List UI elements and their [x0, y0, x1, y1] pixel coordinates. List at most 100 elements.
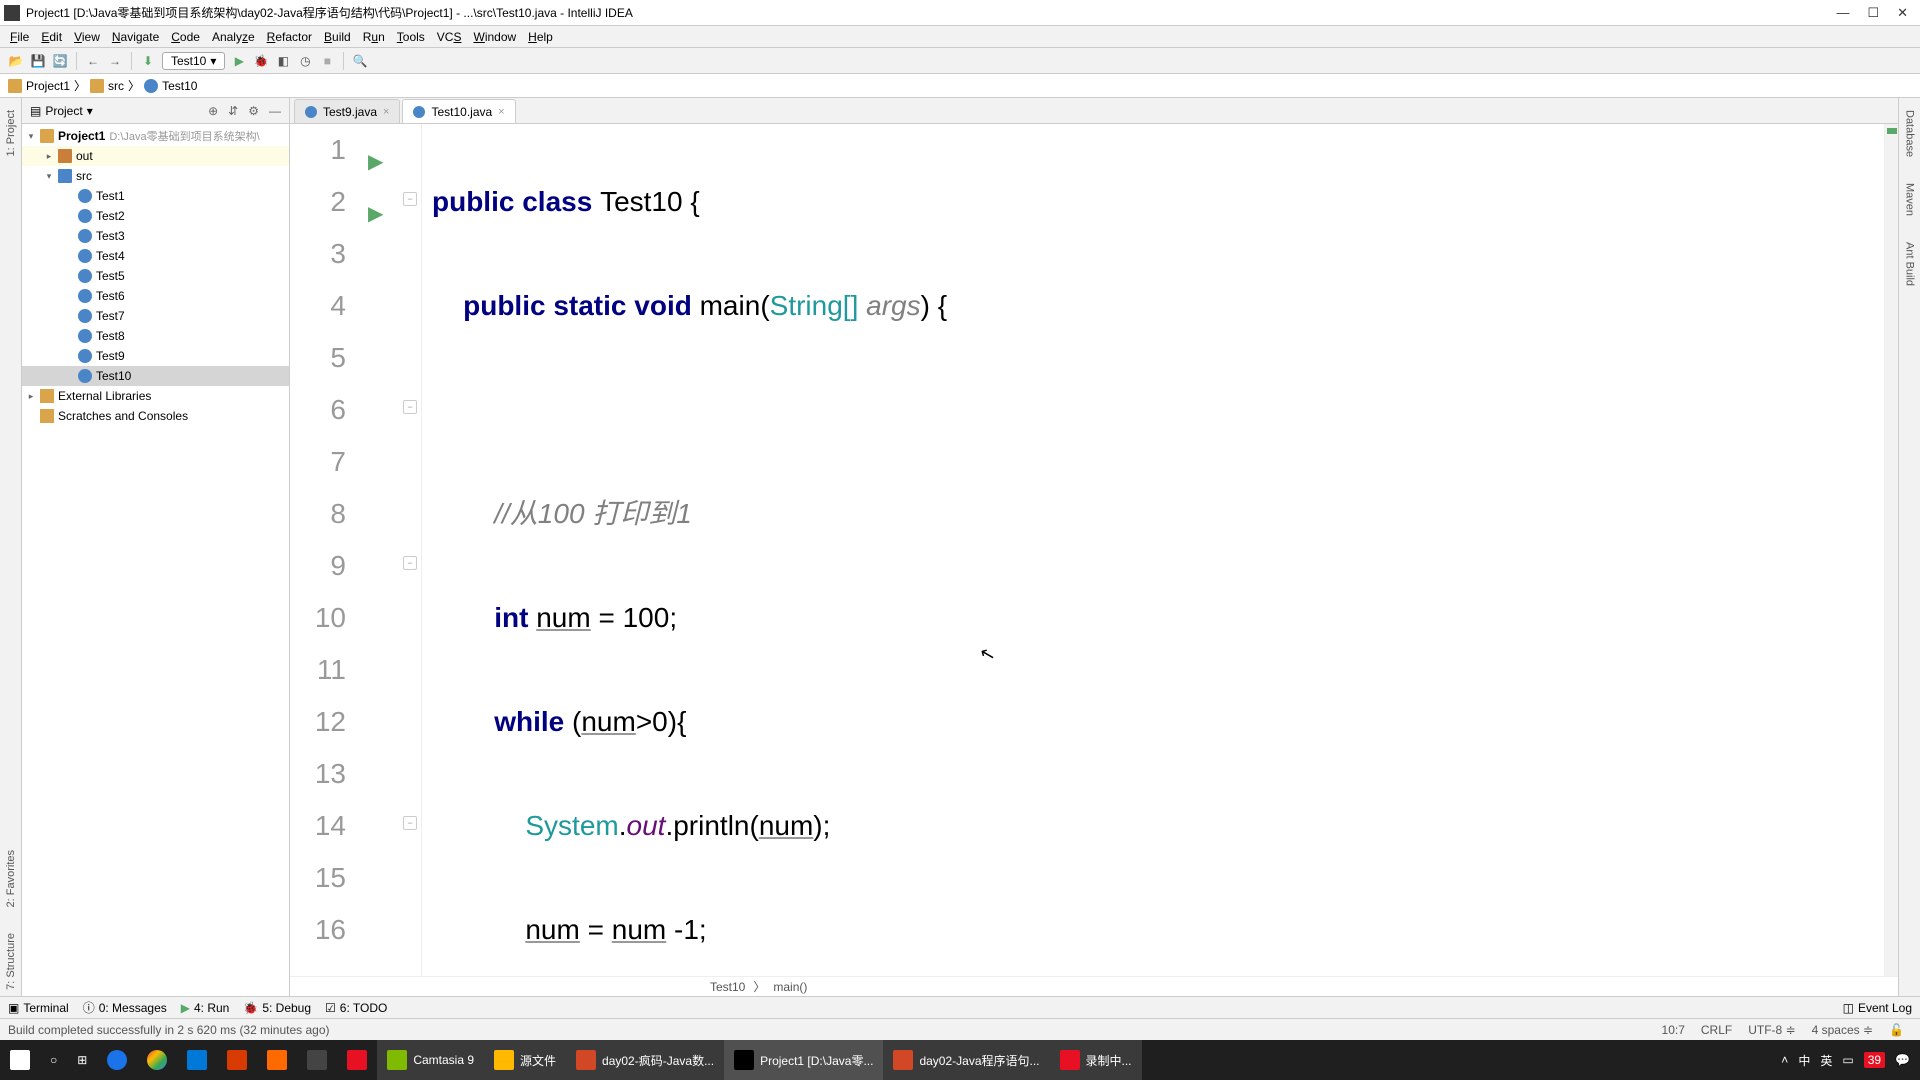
crumb-file[interactable]: Test10 [144, 79, 197, 93]
notif-badge[interactable]: 39 [1864, 1052, 1885, 1068]
tree-file[interactable]: Test6 [22, 286, 289, 306]
tree-file[interactable]: Test8 [22, 326, 289, 346]
crumb-class[interactable]: Test10 [710, 980, 745, 994]
tool-run[interactable]: ▶ 4: Run [181, 1001, 230, 1015]
fold-icon[interactable]: − [403, 816, 417, 830]
fold-icon[interactable]: − [403, 400, 417, 414]
coverage-icon[interactable]: ◧ [275, 53, 291, 69]
expand-icon[interactable]: ▸ [26, 391, 36, 402]
tree-file[interactable]: Test4 [22, 246, 289, 266]
menu-help[interactable]: Help [522, 28, 559, 46]
task-camtasia[interactable]: Camtasia 9 [377, 1040, 484, 1080]
browser-icon[interactable] [97, 1040, 137, 1080]
collapse-icon[interactable]: ▾ [26, 131, 36, 142]
tree-src[interactable]: ▾ src [22, 166, 289, 186]
task-record[interactable]: 录制中... [1050, 1040, 1142, 1080]
app-icon[interactable] [257, 1040, 297, 1080]
menu-navigate[interactable]: Navigate [106, 28, 165, 46]
menu-code[interactable]: Code [165, 28, 206, 46]
app-icon[interactable] [297, 1040, 337, 1080]
tool-project[interactable]: 1: Project [5, 104, 17, 162]
hide-icon[interactable]: — [269, 104, 281, 118]
notif-icon[interactable]: ▭ [1842, 1053, 1853, 1067]
crumb-project[interactable]: Project1 [8, 79, 70, 93]
expand-icon[interactable]: ▸ [44, 151, 54, 162]
ime-icon2[interactable]: 英 [1820, 1052, 1832, 1069]
code-content[interactable]: public class Test10 { public static void… [422, 124, 1884, 976]
tab-test9[interactable]: Test9.java × [294, 99, 400, 123]
status-indent[interactable]: 4 spaces ≑ [1804, 1023, 1881, 1037]
chevron-up-icon[interactable]: ˄ [1781, 1053, 1788, 1067]
editor-scrollbar[interactable] [1884, 124, 1898, 976]
tree-file[interactable]: Test7 [22, 306, 289, 326]
tree-out[interactable]: ▸ out [22, 146, 289, 166]
run-line-icon[interactable]: ▶ [368, 136, 383, 188]
app-icon[interactable] [177, 1040, 217, 1080]
task-ppt1[interactable]: day02-疯码-Java数... [566, 1040, 724, 1080]
task-intellij[interactable]: Project1 [D:\Java零... [724, 1040, 883, 1080]
tree-file[interactable]: Test3 [22, 226, 289, 246]
stop-icon[interactable]: ■ [319, 53, 335, 69]
debug-icon[interactable]: 🐞 [253, 53, 269, 69]
task-ppt2[interactable]: day02-Java程序语句... [883, 1040, 1049, 1080]
menu-analyze[interactable]: Analyze [206, 28, 261, 46]
tool-favorites[interactable]: 2: Favorites [5, 844, 17, 913]
tab-test10[interactable]: Test10.java × [402, 99, 515, 123]
tree-scratches[interactable]: Scratches and Consoles [22, 406, 289, 426]
run-icon[interactable]: ▶ [231, 53, 247, 69]
code-editor[interactable]: 12345678910111213141516 ▶ ▶ − − − − publ… [290, 124, 1898, 976]
minimize-icon[interactable]: — [1836, 5, 1849, 21]
fold-icon[interactable]: − [403, 192, 417, 206]
tool-maven[interactable]: Maven [1904, 177, 1916, 222]
menu-build[interactable]: Build [318, 28, 357, 46]
status-separator[interactable]: CRLF [1693, 1023, 1740, 1037]
search-icon[interactable]: 🔍 [352, 53, 368, 69]
gear-icon[interactable]: ⚙ [248, 104, 259, 118]
run-line-icon[interactable]: ▶ [368, 188, 383, 240]
close-icon[interactable]: × [383, 106, 389, 118]
menu-file[interactable]: File [4, 28, 35, 46]
taskview-icon[interactable]: ⊞ [67, 1040, 97, 1080]
project-tree[interactable]: ▾ Project1 D:\Java零基础到项目系统架构\ ▸ out ▾ sr… [22, 124, 289, 428]
tool-messages[interactable]: ⓘ 0: Messages [83, 999, 167, 1016]
run-config-selector[interactable]: Test10 ▾ [162, 52, 225, 70]
tree-file[interactable]: Test5 [22, 266, 289, 286]
menu-window[interactable]: Window [467, 28, 522, 46]
forward-icon[interactable]: → [107, 53, 123, 69]
tree-root[interactable]: ▾ Project1 D:\Java零基础到项目系统架构\ [22, 126, 289, 146]
crumb-src[interactable]: src [90, 79, 124, 93]
tree-file[interactable]: Test10 [22, 366, 289, 386]
tool-database[interactable]: Database [1904, 104, 1916, 163]
fold-icon[interactable]: − [403, 556, 417, 570]
tool-structure[interactable]: 7: Structure [5, 927, 17, 996]
tree-file[interactable]: Test2 [22, 206, 289, 226]
menu-edit[interactable]: Edit [35, 28, 68, 46]
menu-tools[interactable]: Tools [391, 28, 431, 46]
close-icon[interactable]: × [498, 106, 504, 118]
browser-icon[interactable] [137, 1040, 177, 1080]
app-icon[interactable] [217, 1040, 257, 1080]
app-icon[interactable] [337, 1040, 377, 1080]
tool-debug[interactable]: 🐞 5: Debug [243, 1001, 311, 1015]
refresh-icon[interactable]: 🔄 [52, 53, 68, 69]
back-icon[interactable]: ← [85, 53, 101, 69]
status-encoding[interactable]: UTF-8 ≑ [1740, 1023, 1803, 1037]
start-button[interactable] [0, 1040, 40, 1080]
ime-icon[interactable]: 中 [1798, 1052, 1810, 1069]
tree-external[interactable]: ▸ External Libraries [22, 386, 289, 406]
project-title[interactable]: ▤ Project ▾ [30, 104, 202, 118]
cortana-icon[interactable]: ○ [40, 1040, 67, 1080]
action-center-icon[interactable]: 💬 [1895, 1053, 1910, 1067]
tree-file[interactable]: Test1 [22, 186, 289, 206]
menu-vcs[interactable]: VCS [431, 28, 468, 46]
close-icon[interactable]: ✕ [1897, 5, 1908, 21]
build-icon[interactable]: ⬇ [140, 53, 156, 69]
system-tray[interactable]: ˄ 中 英 ▭ 39 💬 [1771, 1052, 1920, 1069]
collapse-icon[interactable]: ▾ [44, 171, 54, 182]
tool-ant[interactable]: Ant Build [1904, 236, 1916, 292]
menu-view[interactable]: View [68, 28, 106, 46]
tool-terminal[interactable]: ▣ Terminal [8, 1001, 69, 1015]
crumb-method[interactable]: main() [773, 980, 807, 994]
collapse-icon[interactable]: ⇵ [228, 104, 238, 118]
tool-todo[interactable]: ☑ 6: TODO [325, 1001, 387, 1015]
